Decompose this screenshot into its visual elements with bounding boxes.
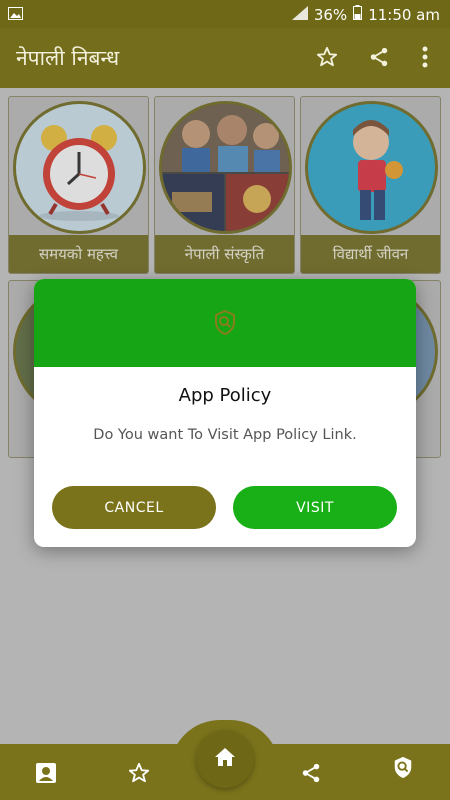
home-icon: [214, 747, 236, 771]
app-bar: नेपाली निबन्ध: [0, 28, 450, 88]
signal-icon: [291, 5, 308, 24]
contact-icon[interactable]: [33, 760, 59, 786]
cancel-button[interactable]: CANCEL: [52, 486, 216, 529]
dialog-message: Do You want To Visit App Policy Link.: [93, 427, 357, 443]
dialog-title: App Policy: [178, 385, 272, 406]
visit-button[interactable]: VISIT: [233, 486, 397, 529]
share-icon[interactable]: [298, 760, 324, 786]
app-policy-dialog: App Policy Do You want To Visit App Poli…: [34, 279, 416, 547]
clock-time: 11:50 am: [368, 5, 440, 24]
share-icon[interactable]: [364, 42, 394, 72]
policy-shield-icon[interactable]: [390, 754, 416, 780]
home-button[interactable]: [196, 730, 254, 788]
star-icon[interactable]: [126, 760, 152, 786]
gallery-icon: [8, 6, 23, 24]
star-icon[interactable]: [312, 42, 342, 72]
battery-icon: [353, 5, 363, 24]
dialog-header: [34, 279, 416, 367]
shield-icon: [213, 309, 237, 339]
status-bar: 36% 11:50 am: [0, 0, 450, 28]
battery-percentage: 36%: [313, 5, 348, 24]
app-title: नेपाली निबन्ध: [16, 46, 120, 70]
more-options-icon[interactable]: [410, 42, 440, 72]
